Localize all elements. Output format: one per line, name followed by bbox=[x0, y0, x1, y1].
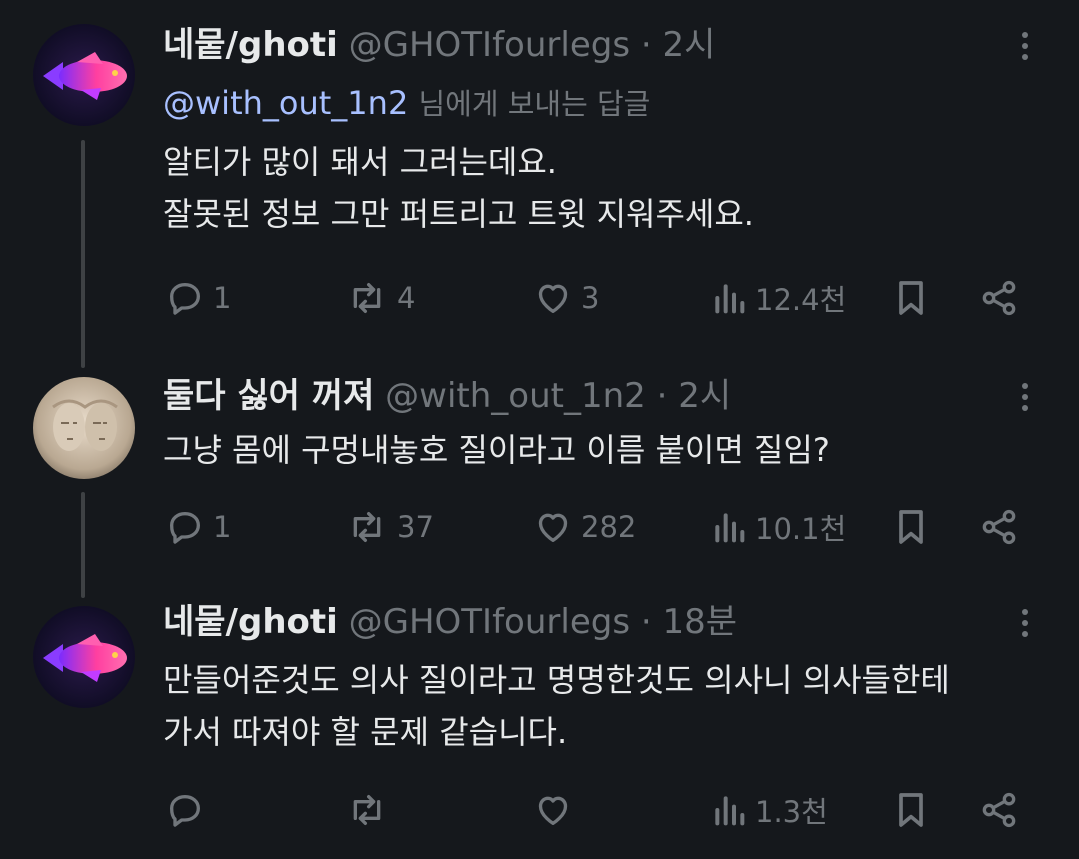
display-name[interactable]: 네뭍/ghoti bbox=[163, 602, 338, 642]
retweet-icon bbox=[353, 795, 381, 825]
avatar-ghoti[interactable] bbox=[33, 606, 135, 708]
retweet-icon bbox=[353, 511, 381, 542]
tweet-header: 둘다 싫어 꺼져 @with_out_1n2 · 2시 bbox=[163, 376, 731, 416]
reply-icon bbox=[170, 283, 200, 315]
tweet-text-line: 알티가 많이 돼서 그러는데요. bbox=[163, 143, 557, 181]
separator-dot: · bbox=[656, 376, 668, 416]
tweet-text: 그냥 몸에 구멍내놓호 질이라고 이름 붙이면 질임? bbox=[163, 424, 830, 476]
bookmark-icon bbox=[899, 793, 923, 827]
more-options-icon[interactable] bbox=[1014, 28, 1036, 68]
retweet-count: 4 bbox=[397, 281, 416, 315]
bookmark-icon bbox=[899, 510, 923, 544]
views-chart-icon bbox=[715, 513, 745, 543]
tweet-header: 네뭍/ghoti @GHOTIfourlegs · 2시 bbox=[163, 25, 715, 65]
like-button[interactable] bbox=[533, 788, 581, 832]
tweet-text: 알티가 많이 돼서 그러는데요. 잘못된 정보 그만 퍼트리고 트윗 지워주세요… bbox=[163, 136, 754, 240]
tweet-text-line: 그냥 몸에 구멍내놓호 질이라고 이름 붙이면 질임? bbox=[163, 431, 830, 469]
user-handle[interactable]: @GHOTIfourlegs bbox=[349, 25, 630, 65]
tweet-2[interactable]: 둘다 싫어 꺼져 @with_out_1n2 · 2시 그냥 몸에 구멍내놓호 … bbox=[0, 360, 1079, 590]
reply-context-label: 님에게 보내는 답글 bbox=[418, 87, 651, 121]
view-count: 1.3천 bbox=[755, 795, 828, 829]
user-handle[interactable]: @with_out_1n2 bbox=[385, 376, 646, 416]
bookmark-button[interactable] bbox=[893, 505, 929, 549]
more-options-icon[interactable] bbox=[1014, 379, 1036, 419]
view-count: 10.1천 bbox=[755, 512, 847, 546]
reply-icon bbox=[170, 795, 200, 827]
tweet-header: 네뭍/ghoti @GHOTIfourlegs · 18분 bbox=[163, 602, 737, 642]
views-button[interactable]: 1.3천 bbox=[711, 788, 828, 832]
display-name[interactable]: 네뭍/ghoti bbox=[163, 25, 338, 65]
like-count: 282 bbox=[581, 510, 637, 544]
share-button[interactable] bbox=[979, 276, 1019, 320]
reply-button[interactable]: 1 bbox=[165, 276, 231, 320]
reply-context: @with_out_1n2 님에게 보내는 답글 bbox=[163, 83, 650, 124]
more-options-icon[interactable] bbox=[1014, 605, 1036, 645]
views-chart-icon bbox=[715, 796, 745, 826]
action-bar: 1.3천 bbox=[163, 788, 1043, 832]
share-icon bbox=[982, 509, 1016, 545]
tweet-3[interactable]: 네뭍/ghoti @GHOTIfourlegs · 18분 만들어준것도 의사 … bbox=[0, 590, 1079, 859]
views-button[interactable]: 10.1천 bbox=[711, 505, 846, 549]
reply-button[interactable] bbox=[165, 788, 213, 832]
like-button[interactable]: 282 bbox=[533, 505, 636, 549]
bookmark-icon bbox=[899, 281, 923, 315]
heart-icon bbox=[538, 284, 568, 313]
views-chart-icon bbox=[715, 284, 745, 314]
tweet-text: 만들어준것도 의사 질이라고 명명한것도 의사니 의사들한테 가서 따져야 할 … bbox=[163, 654, 950, 758]
retweet-count: 37 bbox=[397, 510, 434, 544]
bookmark-button[interactable] bbox=[893, 276, 929, 320]
user-handle[interactable]: @GHOTIfourlegs bbox=[349, 602, 630, 642]
avatar-ghoti[interactable] bbox=[33, 24, 135, 126]
tweet-text-line: 잘못된 정보 그만 퍼트리고 트윗 지워주세요. bbox=[163, 195, 754, 233]
timestamp[interactable]: 2시 bbox=[662, 25, 715, 65]
reply-icon bbox=[170, 511, 200, 544]
view-count: 12.4천 bbox=[755, 283, 847, 317]
share-icon bbox=[982, 280, 1016, 316]
like-button[interactable]: 3 bbox=[533, 276, 599, 320]
separator-dot: · bbox=[640, 25, 652, 65]
action-bar: 1 37 282 10.1천 bbox=[163, 505, 1043, 549]
reply-count: 1 bbox=[213, 281, 232, 315]
share-button[interactable] bbox=[979, 505, 1019, 549]
bookmark-button[interactable] bbox=[893, 788, 929, 832]
retweet-icon bbox=[353, 283, 381, 313]
reply-mention[interactable]: @with_out_1n2 bbox=[163, 84, 408, 122]
timestamp[interactable]: 2시 bbox=[678, 376, 731, 416]
tweet-1[interactable]: 네뭍/ghoti @GHOTIfourlegs · 2시 @with_out_1… bbox=[0, 0, 1079, 360]
retweet-button[interactable] bbox=[345, 788, 397, 832]
heart-icon bbox=[538, 513, 568, 542]
timestamp[interactable]: 18분 bbox=[662, 602, 737, 642]
reply-button[interactable]: 1 bbox=[165, 505, 231, 549]
display-name[interactable]: 둘다 싫어 꺼져 bbox=[163, 376, 374, 416]
views-button[interactable]: 12.4천 bbox=[711, 276, 846, 320]
action-bar: 1 4 3 12.4천 bbox=[163, 276, 1043, 320]
tweet-text-line: 만들어준것도 의사 질이라고 명명한것도 의사니 의사들한테 bbox=[163, 661, 950, 699]
share-button[interactable] bbox=[979, 788, 1019, 832]
reply-count: 1 bbox=[213, 510, 232, 544]
avatar-with-out[interactable] bbox=[33, 377, 135, 479]
retweet-button[interactable]: 4 bbox=[345, 276, 415, 320]
like-count: 3 bbox=[581, 281, 600, 315]
share-icon bbox=[982, 792, 1016, 828]
retweet-button[interactable]: 37 bbox=[345, 505, 434, 549]
separator-dot: · bbox=[640, 602, 652, 642]
tweet-text-line: 가서 따져야 할 문제 같습니다. bbox=[163, 713, 568, 751]
heart-icon bbox=[538, 796, 568, 825]
